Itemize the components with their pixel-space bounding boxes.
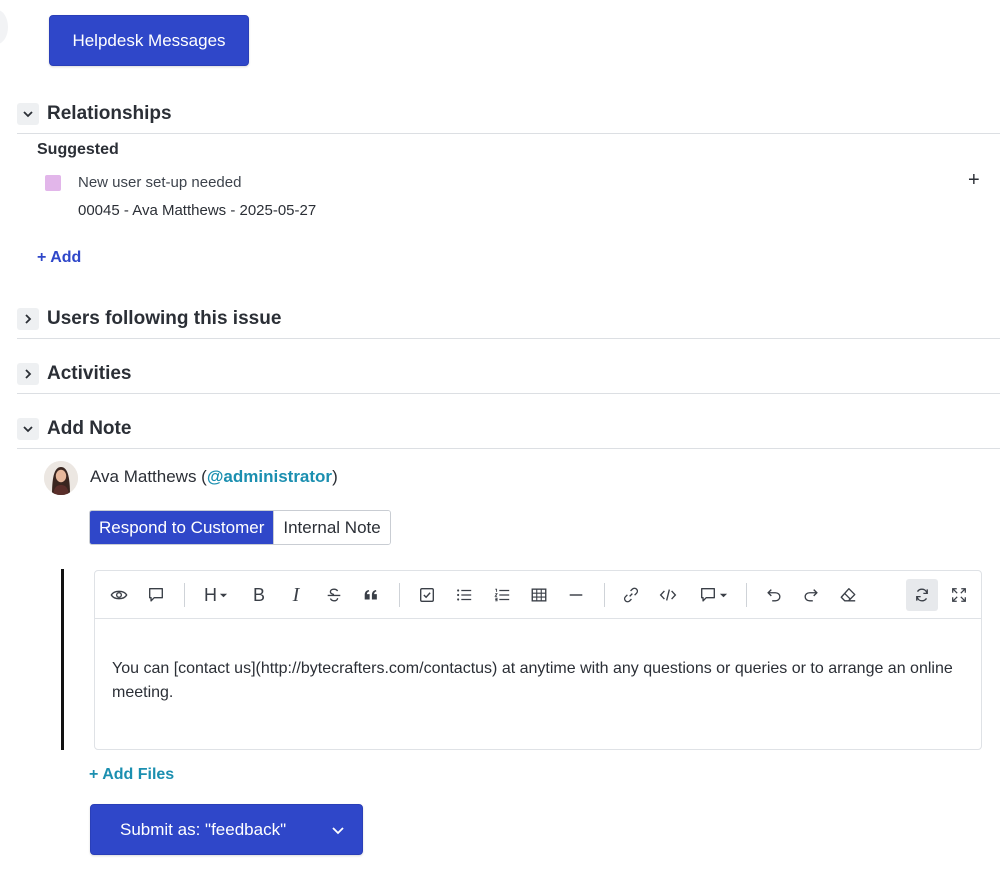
submit-button[interactable]: Submit as: "feedback"	[90, 804, 363, 855]
editor-toolbar: H B I	[95, 571, 981, 619]
table-icon[interactable]	[524, 580, 554, 610]
section-activities-header[interactable]: Activities	[17, 354, 1000, 394]
heading-icon[interactable]: H	[199, 580, 233, 610]
section-title: Users following this issue	[47, 307, 282, 329]
comment-icon[interactable]	[141, 580, 171, 610]
italic-icon[interactable]: I	[281, 580, 311, 610]
markdown-editor[interactable]: H B I You can [contact us](http://bytecr…	[94, 570, 982, 750]
horizontal-rule-icon[interactable]	[561, 580, 591, 610]
section-add-note-header[interactable]: Add Note	[17, 409, 1000, 449]
bold-icon[interactable]: B	[244, 580, 274, 610]
italic-glyph: I	[292, 583, 300, 606]
section-title: Add Note	[47, 417, 132, 439]
fullscreen-icon[interactable]	[944, 580, 974, 610]
section-title: Relationships	[47, 102, 172, 124]
helpdesk-messages-button[interactable]: Helpdesk Messages	[49, 15, 249, 66]
strikethrough-icon[interactable]	[319, 580, 349, 610]
note-author: Ava Matthews (@administrator)	[90, 467, 338, 487]
eye-icon[interactable]	[104, 580, 134, 610]
toolbar-separator	[746, 583, 747, 607]
quote-icon[interactable]	[356, 580, 386, 610]
chevron-right-icon[interactable]	[17, 362, 39, 385]
tab-internal-note[interactable]: Internal Note	[273, 511, 390, 544]
submit-label: Submit as: "feedback"	[120, 819, 287, 839]
chevron-down-icon[interactable]	[17, 102, 39, 125]
author-suffix: )	[332, 467, 338, 486]
avatar	[44, 461, 78, 495]
bold-glyph: B	[252, 584, 265, 605]
undo-icon[interactable]	[759, 580, 789, 610]
relationship-title[interactable]: New user set-up needed	[78, 174, 241, 191]
chevron-down-icon[interactable]	[17, 417, 39, 440]
redo-icon[interactable]	[796, 580, 826, 610]
quote-bar	[61, 569, 64, 750]
add-relationship-link[interactable]: + Add	[37, 249, 81, 267]
numbered-list-icon[interactable]	[487, 580, 517, 610]
sync-icon[interactable]	[906, 579, 938, 611]
link-icon[interactable]	[616, 580, 646, 610]
relationship-meta: 00045 - Ava Matthews - 2025-05-27	[78, 202, 317, 219]
author-handle[interactable]: @administrator	[207, 467, 332, 486]
tab-respond-to-customer[interactable]: Respond to Customer	[90, 511, 274, 544]
chevron-right-icon[interactable]	[17, 307, 39, 330]
eraser-icon[interactable]	[833, 580, 863, 610]
section-title: Activities	[47, 362, 132, 384]
heading-glyph: H	[204, 584, 217, 605]
note-type-tabs: Respond to Customer Internal Note	[89, 510, 391, 545]
relationship-color-swatch	[45, 175, 61, 191]
toolbar-separator	[604, 583, 605, 607]
editor-content[interactable]: You can [contact us](http://bytecrafters…	[112, 657, 962, 705]
comment-dropdown-icon[interactable]	[695, 580, 731, 610]
add-relationship-plus-icon[interactable]: +	[968, 170, 980, 190]
toolbar-separator	[184, 583, 185, 607]
code-icon[interactable]	[653, 580, 683, 610]
bullet-list-icon[interactable]	[449, 580, 479, 610]
suggested-label: Suggested	[37, 141, 119, 158]
section-users-following-header[interactable]: Users following this issue	[17, 299, 1000, 339]
section-relationships-header[interactable]: Relationships	[17, 94, 1000, 134]
author-name: Ava Matthews (	[90, 467, 207, 486]
add-files-link[interactable]: + Add Files	[89, 766, 174, 784]
collapsed-panel-edge	[0, 10, 8, 44]
toolbar-separator	[399, 583, 400, 607]
checklist-icon[interactable]	[412, 580, 442, 610]
chevron-down-icon[interactable]	[330, 822, 346, 838]
